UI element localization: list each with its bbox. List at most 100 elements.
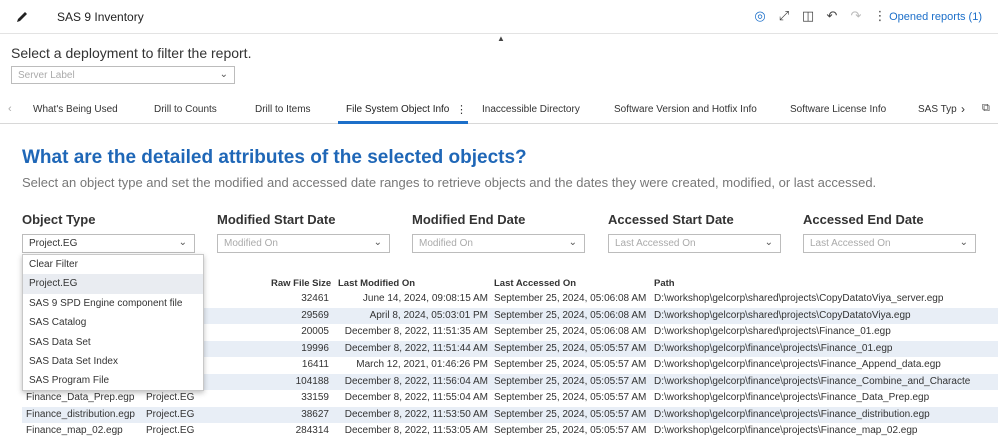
tab-drill-to-items[interactable]: Drill to Items xyxy=(255,104,311,115)
table-row[interactable]: Finance_distribution.egp Project.EG 38627 D… xyxy=(22,406,998,423)
tab-software-license-info[interactable]: Software License Info xyxy=(790,104,886,115)
cell-accessed: September 25, 2024, 05:05:57 AM xyxy=(494,342,647,354)
accessed-start-select[interactable]: Last Accessed On ⌄ xyxy=(608,234,781,253)
tab-drill-to-counts[interactable]: Drill to Counts xyxy=(154,104,217,115)
modified-end-select[interactable]: Modified On ⌄ xyxy=(412,234,585,253)
cell-modified: December 8, 2022, 11:53:05 AM xyxy=(344,425,488,436)
accessed-end-placeholder: Last Accessed On xyxy=(810,238,891,249)
filter-label-modified-end: Modified End Date xyxy=(412,212,526,227)
cell-accessed: September 25, 2024, 05:06:08 AM xyxy=(494,293,647,304)
cell-type: Project.EG xyxy=(146,425,195,436)
chevron-down-icon: ⌄ xyxy=(959,237,968,248)
tabs-scroll-right-icon[interactable]: › xyxy=(961,102,965,116)
filter-label-object-type: Object Type xyxy=(22,212,96,227)
filter-label-modified-start: Modified Start Date xyxy=(217,212,336,227)
tab-sas-type[interactable]: SAS Typ xyxy=(918,104,957,115)
modified-start-select[interactable]: Modified On ⌄ xyxy=(217,234,390,253)
cell-size: 33159 xyxy=(301,392,329,403)
tab-menu-icon[interactable]: ⋮ xyxy=(456,103,467,116)
cell-modified: March 12, 2021, 01:46:26 PM xyxy=(356,359,488,370)
column-header-path[interactable]: Path xyxy=(654,278,675,289)
dropdown-option[interactable]: SAS Catalog xyxy=(23,313,203,332)
cell-path: D:\workshop\gelcorp\finance\projects\Fin… xyxy=(654,392,930,403)
tab-file-system-object-info[interactable]: File System Object Info xyxy=(346,104,449,115)
cell-accessed: September 25, 2024, 05:05:57 AM xyxy=(494,359,647,370)
dropdown-option[interactable]: SAS 9 SPD Engine component file xyxy=(23,294,203,313)
edit-pencil-icon[interactable] xyxy=(14,9,30,25)
server-label-select[interactable]: Server Label ⌄ xyxy=(11,66,235,84)
collapse-caret-icon[interactable]: ▲ xyxy=(497,34,505,43)
cell-path: D:\workshop\gelcorp\finance\projects\Fin… xyxy=(654,408,930,420)
cell-path: D:\workshop\gelcorp\shared\projects\Fina… xyxy=(654,326,891,337)
column-header-modified[interactable]: Last Modified On xyxy=(338,278,415,289)
cell-accessed: September 25, 2024, 05:06:08 AM xyxy=(494,309,647,321)
cell-path: D:\workshop\gelcorp\finance\projects\Fin… xyxy=(654,425,918,436)
opened-reports-link[interactable]: Opened reports (1) xyxy=(889,11,982,23)
dropdown-option[interactable]: Clear Filter xyxy=(23,255,203,274)
cell-accessed: September 25, 2024, 05:05:57 AM xyxy=(494,425,647,436)
cell-modified: December 8, 2022, 11:53:50 AM xyxy=(344,408,488,420)
modified-start-placeholder: Modified On xyxy=(224,238,278,249)
cell-accessed: September 25, 2024, 05:05:57 AM xyxy=(494,408,647,420)
dropdown-option[interactable]: SAS Data Set xyxy=(23,333,203,352)
cell-size: 20005 xyxy=(301,326,329,337)
cell-size: 284314 xyxy=(295,425,329,436)
cell-size: 29569 xyxy=(301,309,329,321)
more-options-icon[interactable]: ⋮ xyxy=(872,8,888,24)
page-subheading: Select an object type and set the modifi… xyxy=(22,175,877,190)
cell-size: 32461 xyxy=(301,293,329,304)
expand-icon[interactable]: ⤢ xyxy=(776,8,792,24)
toolbar-actions: ◎ ⤢ ◫ ↶ ↷ ⋮ xyxy=(752,8,888,24)
server-label-placeholder: Server Label xyxy=(18,70,75,81)
cell-path: D:\workshop\gelcorp\finance\projects\Fin… xyxy=(654,359,941,370)
cell-path: D:\workshop\gelcorp\finance\projects\Fin… xyxy=(654,342,893,354)
cell-modified: April 8, 2024, 05:03:01 PM xyxy=(369,309,488,321)
report-tabs: ‹ What's Being Used Drill to Counts Dril… xyxy=(0,97,998,124)
accessed-start-placeholder: Last Accessed On xyxy=(615,238,696,249)
object-type-value: Project.EG xyxy=(29,238,78,249)
tabs-scroll-left-icon[interactable]: ‹ xyxy=(8,103,12,115)
tab-whats-being-used[interactable]: What's Being Used xyxy=(33,104,118,115)
alert-icon[interactable]: ◎ xyxy=(752,8,768,24)
chevron-down-icon: ⌄ xyxy=(568,237,577,248)
cell-modified: June 14, 2024, 09:08:15 AM xyxy=(362,293,488,304)
object-type-dropdown: Clear Filter Project.EG SAS 9 SPD Engine c… xyxy=(22,254,204,391)
cell-accessed: September 25, 2024, 05:05:57 AM xyxy=(494,375,647,387)
chevron-down-icon: ⌄ xyxy=(764,237,773,248)
filter-label-accessed-end: Accessed End Date xyxy=(803,212,924,227)
dropdown-option[interactable]: SAS Data Set Index xyxy=(23,352,203,371)
cell-name: Finance_distribution.egp xyxy=(26,408,135,420)
accessed-end-select[interactable]: Last Accessed On ⌄ xyxy=(803,234,976,253)
tab-software-version-hotfix[interactable]: Software Version and Hotfix Info xyxy=(614,104,757,115)
cell-name: Finance_map_02.egp xyxy=(26,425,123,436)
redo-icon[interactable]: ↷ xyxy=(848,8,864,24)
cell-modified: December 8, 2022, 11:55:04 AM xyxy=(344,392,488,403)
page-heading: What are the detailed attributes of the … xyxy=(22,147,527,168)
cell-size: 38627 xyxy=(301,408,329,420)
cell-modified: December 8, 2022, 11:51:44 AM xyxy=(344,342,488,354)
cell-path: D:\workshop\gelcorp\shared\projects\Copy… xyxy=(654,309,911,321)
tab-inaccessible-directory[interactable]: Inaccessible Directory xyxy=(482,104,580,115)
column-header-size[interactable]: Raw File Size xyxy=(271,278,331,289)
cell-modified: December 8, 2022, 11:51:35 AM xyxy=(344,326,488,337)
deployment-prompt: Select a deployment to filter the report… xyxy=(11,45,252,61)
dropdown-option[interactable]: SAS Program File xyxy=(23,371,203,390)
cell-modified: December 8, 2022, 11:56:04 AM xyxy=(344,375,488,387)
active-tab-indicator xyxy=(338,121,468,124)
layout-icon[interactable]: ◫ xyxy=(800,8,816,24)
tab-list-icon[interactable]: ⧉ xyxy=(982,102,990,115)
cell-type: Project.EG xyxy=(146,392,195,403)
report-toolbar: SAS 9 Inventory ◎ ⤢ ◫ ↶ ↷ ⋮ Opened repor… xyxy=(0,0,998,34)
cell-size: 16411 xyxy=(301,359,329,370)
chevron-down-icon: ⌄ xyxy=(219,69,228,80)
undo-icon[interactable]: ↶ xyxy=(824,8,840,24)
modified-end-placeholder: Modified On xyxy=(419,238,473,249)
cell-accessed: September 25, 2024, 05:06:08 AM xyxy=(494,326,647,337)
object-type-select[interactable]: Project.EG ⌄ xyxy=(22,234,195,253)
column-header-accessed[interactable]: Last Accessed On xyxy=(494,278,576,289)
table-row[interactable]: Finance_map_02.egp Project.EG 284314 Decemb… xyxy=(22,423,998,440)
table-row[interactable]: Finance_Data_Prep.egp Project.EG 33159 Dece… xyxy=(22,390,998,407)
dropdown-option[interactable]: Project.EG xyxy=(23,274,203,294)
chevron-down-icon: ⌄ xyxy=(373,237,382,248)
cell-name: Finance_Data_Prep.egp xyxy=(26,392,135,403)
